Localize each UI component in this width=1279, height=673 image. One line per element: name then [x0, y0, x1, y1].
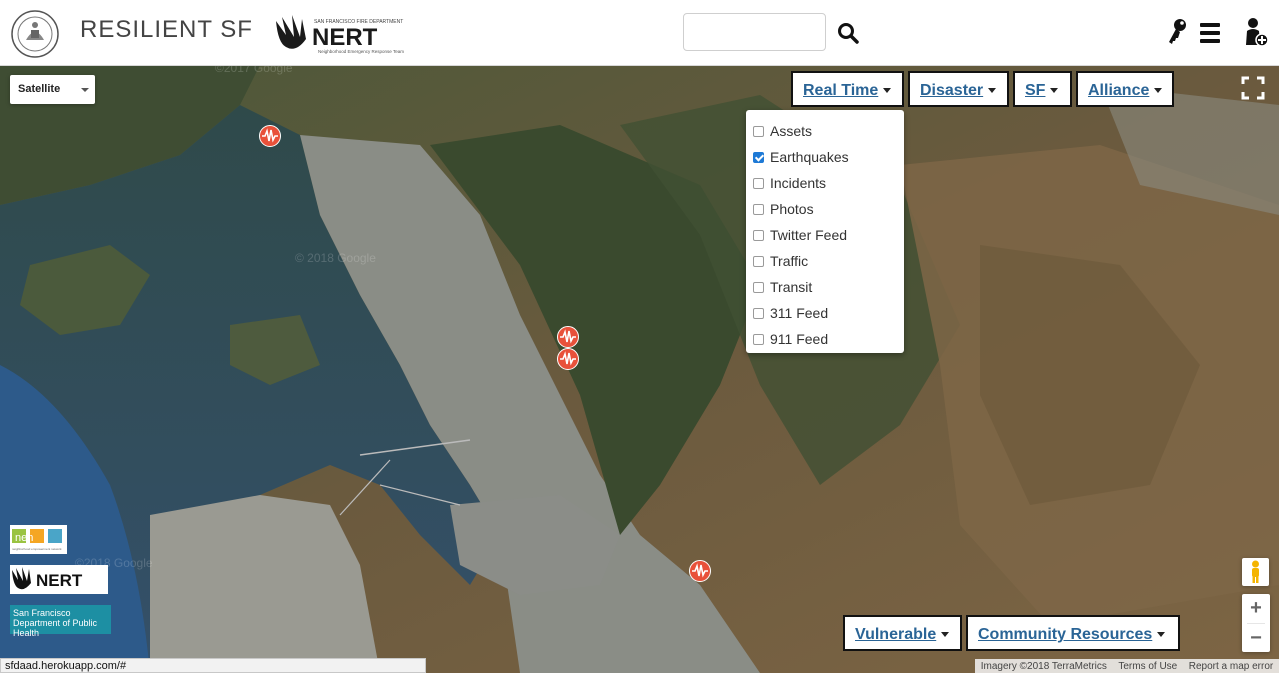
nert-logo-text: NERT: [312, 24, 378, 51]
earthquake-marker-icon[interactable]: [259, 125, 281, 147]
menu-item-earthquakes[interactable]: Earthquakes: [746, 144, 904, 170]
real-time-button[interactable]: Real Time: [791, 71, 904, 107]
nert-partner-graphic: NERT: [12, 567, 83, 590]
sf-label: SF: [1025, 82, 1046, 99]
map-attribution: Imagery ©2018 TerraMetrics Terms of Use …: [975, 659, 1279, 673]
dph-logo[interactable]: San Francisco Department of Public Healt…: [10, 605, 111, 638]
menu-item-photos[interactable]: Photos: [746, 196, 904, 222]
app-title[interactable]: RESILIENT SF: [80, 16, 253, 44]
chevron-down-icon: [81, 88, 89, 92]
caret-down-icon: [988, 88, 997, 94]
menu-item-311-feed[interactable]: 311 Feed: [746, 300, 904, 326]
earthquake-marker-icon[interactable]: [557, 348, 579, 370]
menu-item-label: Earthquakes: [770, 149, 849, 165]
nen-logo-graphic: nen neighborhood empowerment network: [12, 529, 62, 551]
terms-link[interactable]: Terms of Use: [1118, 661, 1177, 672]
checkbox[interactable]: [753, 177, 764, 189]
real-time-dropdown-menu: Assets Earthquakes Incidents Photos Twit…: [746, 110, 904, 353]
zoom-out-button[interactable]: −: [1242, 624, 1270, 653]
real-time-label: Real Time: [803, 82, 879, 99]
menu-item-label: Incidents: [770, 175, 827, 191]
search-input[interactable]: [683, 13, 826, 51]
checkbox[interactable]: [753, 255, 764, 267]
caret-down-icon: [941, 632, 950, 638]
menu-item-traffic[interactable]: Traffic: [746, 248, 904, 274]
earthquake-marker-icon[interactable]: [557, 326, 579, 348]
caret-down-icon: [1050, 88, 1059, 94]
menu-item-label: Traffic: [770, 253, 809, 269]
street-view-pegman[interactable]: [1242, 558, 1269, 586]
seal-icon[interactable]: [10, 10, 60, 58]
nen-logo[interactable]: nen neighborhood empowerment network: [10, 525, 67, 554]
caret-down-icon: [883, 88, 892, 94]
menu-item-transit[interactable]: Transit: [746, 274, 904, 300]
map-type-label: Satellite: [18, 83, 61, 95]
checkbox[interactable]: [753, 125, 764, 137]
checkbox[interactable]: [753, 151, 764, 163]
menu-item-label: Transit: [770, 279, 813, 295]
search-icon[interactable]: [837, 22, 859, 44]
earthquake-marker-icon[interactable]: [689, 560, 711, 582]
fullscreen-icon[interactable]: [1240, 75, 1266, 101]
community-resources-label: Community Resources: [978, 626, 1153, 643]
map-type-select[interactable]: Satellite: [10, 75, 95, 104]
dph-line2: Department of Public Health: [13, 618, 98, 638]
add-person-icon[interactable]: [1241, 17, 1269, 47]
top-navbar: RESILIENT SF SAN FRANCISCO FIRE DEPARTME…: [0, 0, 1279, 66]
zoom-in-button[interactable]: +: [1242, 594, 1270, 623]
checkbox[interactable]: [753, 203, 764, 215]
map-canvas[interactable]: ©2017 Google © 2018 Google ©2018 Google …: [0, 65, 1279, 673]
checkbox[interactable]: [753, 281, 764, 293]
caret-down-icon: [1157, 632, 1166, 638]
checkbox[interactable]: [753, 333, 764, 345]
menu-item-911-feed[interactable]: 911 Feed: [746, 326, 904, 352]
alliance-label: Alliance: [1088, 82, 1150, 99]
menu-item-label: Photos: [770, 201, 814, 217]
menu-item-twitter-feed[interactable]: Twitter Feed: [746, 222, 904, 248]
menu-icon[interactable]: [1198, 21, 1222, 45]
imagery-attribution: Imagery ©2018 TerraMetrics: [980, 660, 1107, 672]
report-error-link[interactable]: Report a map error: [1189, 661, 1273, 672]
menu-item-label: 911 Feed: [770, 331, 829, 347]
key-icon[interactable]: [1165, 18, 1189, 46]
menu-item-incidents[interactable]: Incidents: [746, 170, 904, 196]
zoom-control: + −: [1242, 594, 1270, 652]
nert-partner-text: NERT: [36, 571, 83, 590]
nert-subtitle-text: Neighborhood Emergency Response Team: [318, 49, 404, 54]
nen-subtitle: neighborhood empowerment network: [12, 547, 62, 551]
disaster-label: Disaster: [920, 82, 984, 99]
vulnerable-button[interactable]: Vulnerable: [843, 615, 962, 651]
menu-item-label: Assets: [770, 123, 813, 139]
disaster-button[interactable]: Disaster: [908, 71, 1009, 107]
checkbox[interactable]: [753, 229, 764, 241]
vulnerable-label: Vulnerable: [855, 626, 937, 643]
dph-line1: San Francisco: [13, 608, 71, 618]
nert-partner-logo[interactable]: NERT: [10, 565, 108, 594]
nen-letters: nen: [15, 532, 33, 544]
status-bar-url: sfdaad.herokuapp.com/#: [0, 658, 426, 673]
alliance-button[interactable]: Alliance: [1076, 71, 1174, 107]
nert-logo[interactable]: SAN FRANCISCO FIRE DEPARTMENT NERT Neigh…: [274, 13, 408, 55]
satellite-imagery: [0, 65, 1279, 673]
menu-item-label: 311 Feed: [770, 305, 829, 321]
community-resources-button[interactable]: Community Resources: [966, 615, 1180, 651]
caret-down-icon: [1154, 88, 1163, 94]
pegman-icon: [1252, 560, 1259, 583]
menu-item-assets[interactable]: Assets: [746, 118, 904, 144]
checkbox[interactable]: [753, 307, 764, 319]
menu-item-label: Twitter Feed: [770, 227, 848, 243]
sf-button[interactable]: SF: [1013, 71, 1072, 107]
